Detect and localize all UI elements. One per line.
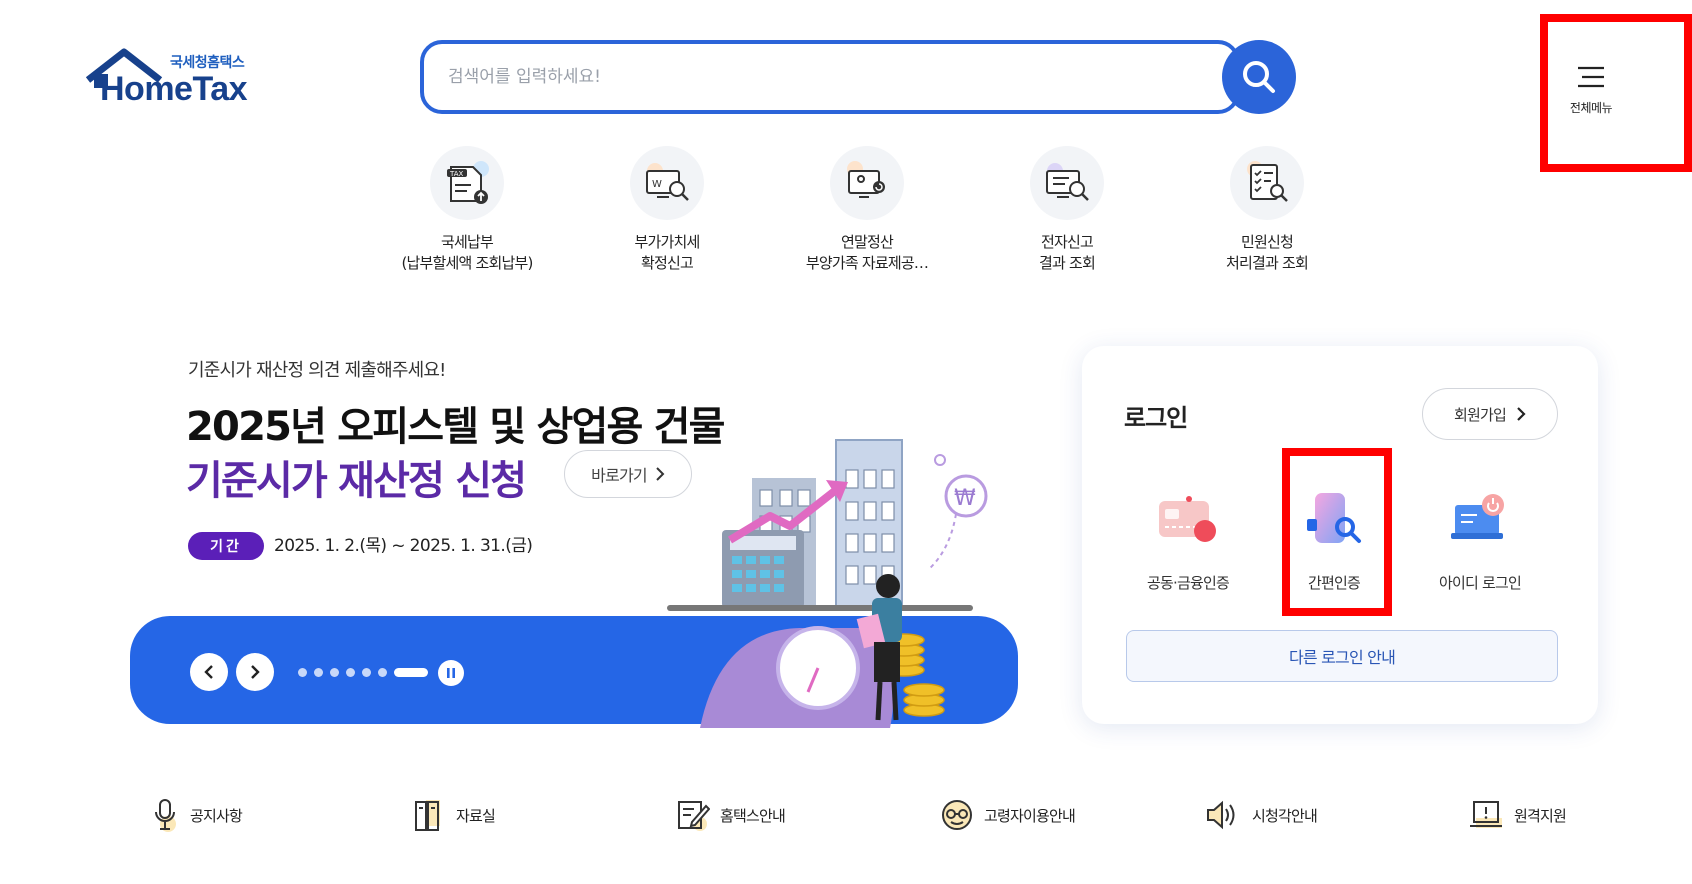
joint-certificate-icon [1118,482,1258,556]
quick-menu-label: 전자신고 결과 조회 [1039,233,1096,272]
login-option-joint-certificate[interactable]: 공동·금융인증 [1118,482,1258,593]
banner-subtitle: 기준시가 재산정 의견 제출해주세요! [188,360,446,381]
carousel-prev-button[interactable] [190,653,228,691]
year-end-settlement-icon [830,146,904,220]
login-option-label: 아이디 로그인 [1439,574,1522,592]
remote-support-icon [1470,801,1502,828]
carousel-next-button[interactable] [236,653,274,691]
logo-title: HomeTax [100,70,248,108]
quick-menu-label: 부가가치세 확정신고 [634,233,700,272]
svg-text:₩: ₩ [954,486,976,511]
svg-text:TAX: TAX [449,170,464,178]
simple-auth-icon [1264,482,1404,556]
quick-menu-year-end[interactable]: 연말정산 부양가족 자료제공… [772,146,962,274]
id-login-icon [1410,482,1550,556]
chevron-right-icon [251,665,260,679]
search-box [420,40,1240,114]
quick-menu-e-filing[interactable]: 전자신고 결과 조회 [972,146,1162,274]
chevron-left-icon [204,665,213,679]
quick-menu-tax-payment[interactable]: TAX 국세납부 (납부할세액 조회납부) [372,146,562,274]
hamburger-icon [1578,66,1604,87]
login-option-id-login[interactable]: 아이디 로그인 [1410,482,1550,593]
banner-go-label: 바로가기 [591,466,647,485]
speaker-icon [1207,800,1235,830]
join-button[interactable]: 회원가입 [1422,388,1558,440]
carousel-dot[interactable] [314,668,323,677]
carousel-dot[interactable] [346,668,355,677]
footer-link-label: 고령자이용안내 [984,806,1076,825]
carousel-dot[interactable] [298,668,307,677]
footer-link-label: 홈택스안내 [720,806,786,825]
e-filing-result-icon [1030,146,1104,220]
chevron-right-icon [1517,407,1526,421]
footer-link-label: 시청각안내 [1252,806,1318,825]
civil-petition-icon [1230,146,1304,220]
logo-subtitle: 국세청홈택스 [170,55,245,71]
footer-link-hometax-guide[interactable]: 홈택스안내 [676,796,786,834]
quick-menu-label: 연말정산 부양가족 자료제공… [805,233,929,272]
quick-menu-label: 국세납부 (납부할세액 조회납부) [401,233,533,272]
period-text: 2025. 1. 2.(목) ~ 2025. 1. 31.(금) [274,536,533,556]
archive-icon [415,800,440,831]
senior-icon [942,800,972,830]
quick-menu-civil-petition[interactable]: 민원신청 처리결과 조회 [1172,146,1362,274]
other-login-guide-button[interactable]: 다른 로그인 안내 [1126,630,1558,682]
banner-title-line2: 기준시가 재산정 신청 [186,458,527,504]
login-option-label: 간편인증 [1307,574,1361,592]
hometax-logo[interactable]: 국세청홈택스 HomeTax [86,48,262,108]
join-label: 회원가입 [1453,405,1507,424]
carousel-dot[interactable] [330,668,339,677]
login-option-label: 공동·금융인증 [1147,574,1230,592]
banner-illustration: ₩ [667,439,988,728]
carousel-dot[interactable] [378,668,387,677]
login-title: 로그인 [1124,404,1188,432]
banner-title-line1: 2025년 오피스텔 및 상업용 건물 [186,404,725,450]
quick-menu-vat-report[interactable]: W 부가가치세 확정신고 [572,146,762,274]
footer-link-notice[interactable]: 공지사항 [152,796,243,834]
footer-link-remote-support[interactable]: 원격지원 [1468,796,1567,834]
guide-edit-icon [678,801,710,831]
search-icon [1243,61,1275,93]
full-menu-button[interactable]: 전체메뉴 [1542,28,1640,152]
carousel-dot[interactable] [362,668,371,677]
period-badge: 기간 [188,532,264,560]
vat-report-icon: W [630,146,704,220]
tax-payment-icon: TAX [430,146,504,220]
carousel-dot-active[interactable] [394,668,428,677]
full-menu-label: 전체메뉴 [1569,100,1613,115]
microphone-icon [155,799,176,832]
footer-link-label: 공지사항 [190,806,243,825]
footer-link-senior-guide[interactable]: 고령자이용안내 [940,796,1076,834]
footer-link-label: 자료실 [456,806,496,825]
footer-link-label: 원격지원 [1514,806,1567,825]
pause-icon [447,668,455,678]
footer-link-audiovisual-guide[interactable]: 시청각안내 [1204,796,1318,834]
search-button[interactable] [1222,40,1296,114]
search-input[interactable] [448,58,1128,96]
login-option-simple-auth[interactable]: 간편인증 [1264,482,1404,593]
footer-link-archive[interactable]: 자료실 [412,796,496,834]
carousel-pause-button[interactable] [438,660,464,686]
svg-text:W: W [652,179,662,190]
quick-menu-label: 민원신청 처리결과 조회 [1226,233,1309,272]
